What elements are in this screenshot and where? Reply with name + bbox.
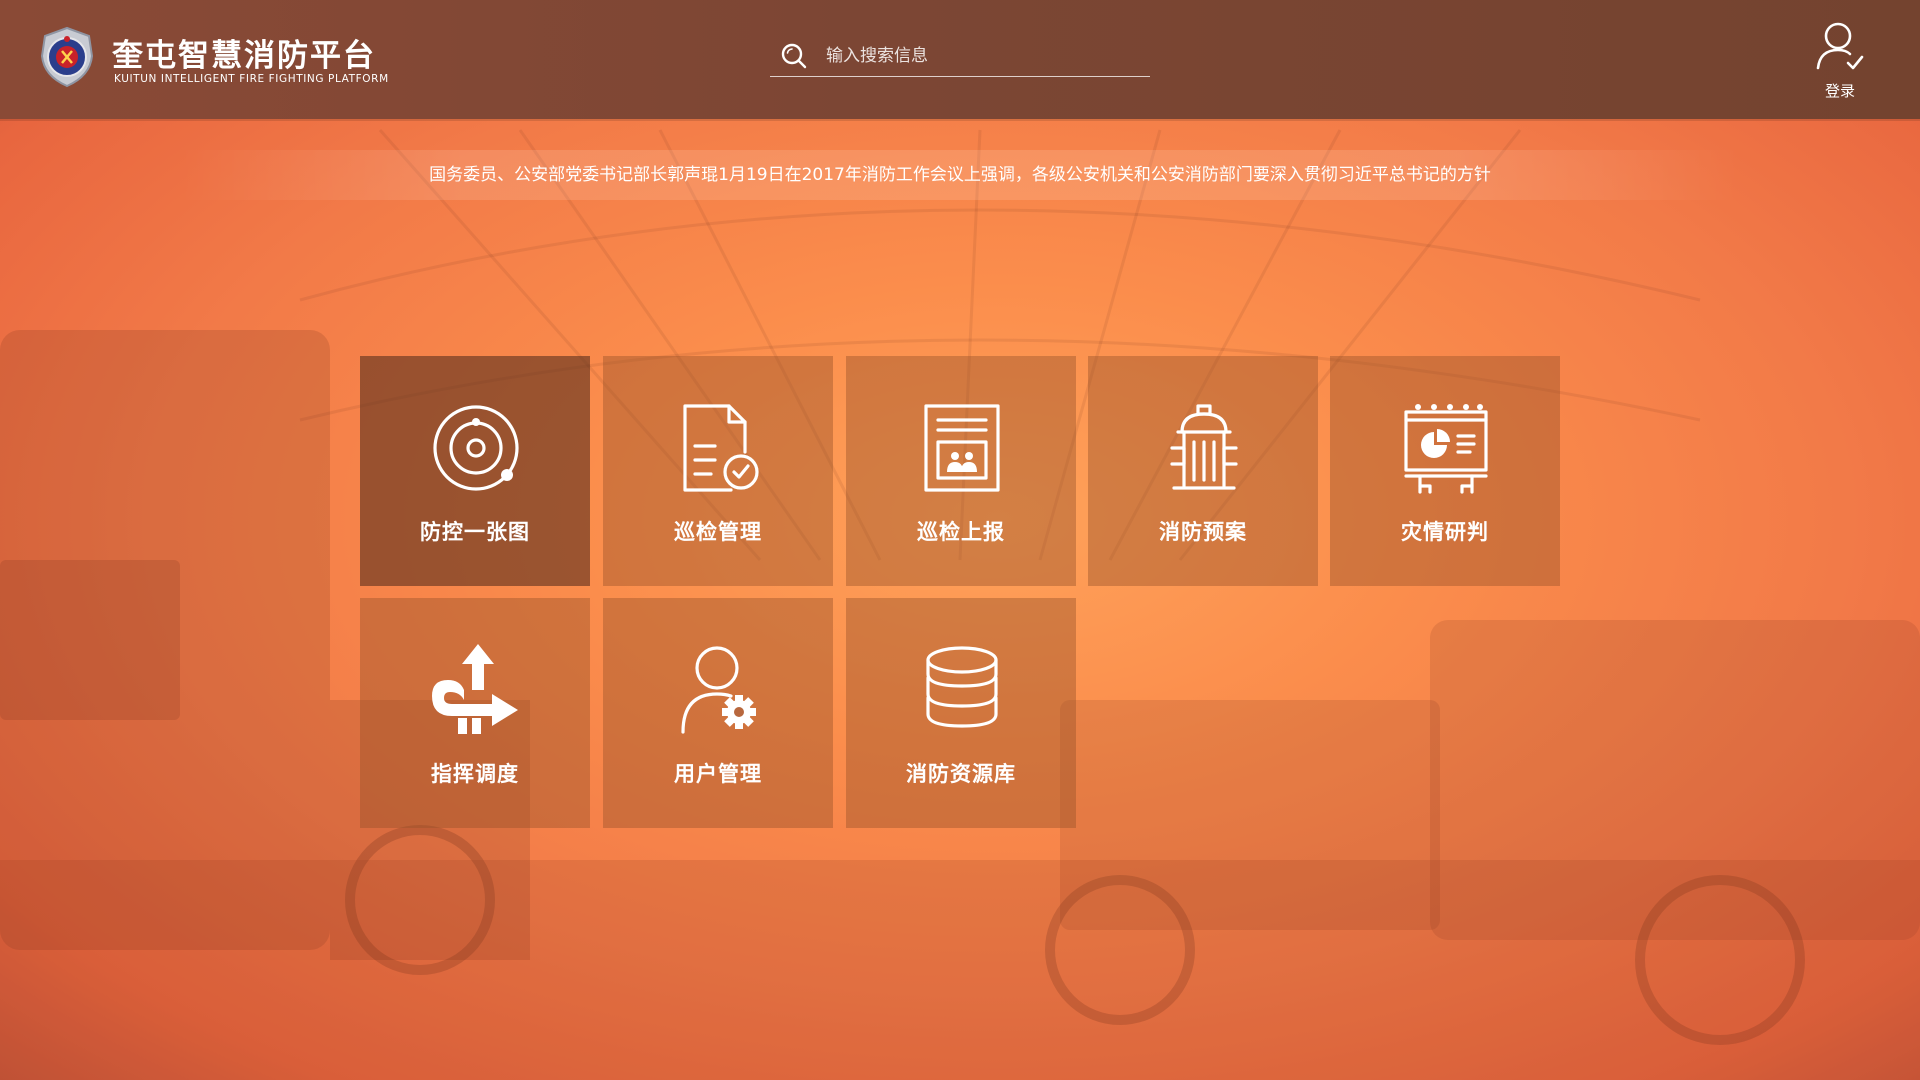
- user-gear-icon: [673, 644, 765, 736]
- tile-prevention-map[interactable]: 防控一张图: [360, 356, 590, 586]
- tile-label: 消防资源库: [906, 762, 1016, 786]
- tile-label: 巡检管理: [674, 520, 762, 544]
- fire-hydrant-icon: [1158, 402, 1250, 494]
- platform-subtitle: KUITUN INTELLIGENT FIRE FIGHTING PLATFOR…: [114, 73, 389, 85]
- document-check-icon: [673, 402, 765, 494]
- radar-icon: [430, 402, 522, 494]
- user-check-icon[interactable]: [1816, 20, 1866, 74]
- search-icon[interactable]: [780, 42, 808, 70]
- notice-banner: 国务委员、公安部党委书记部长郭声琨1月19日在2017年消防工作会议上强调，各级…: [180, 150, 1740, 200]
- report-frame-icon: [916, 402, 1008, 494]
- tile-label: 巡检上报: [917, 520, 1005, 544]
- top-header: 奎屯智慧消防平台 KUITUN INTELLIGENT FIRE FIGHTIN…: [0, 0, 1920, 119]
- tile-command-dispatch[interactable]: 指挥调度: [360, 598, 590, 828]
- notice-text: 国务委员、公安部党委书记部长郭声琨1月19日在2017年消防工作会议上强调，各级…: [429, 165, 1491, 185]
- fire-emblem-logo-icon: [38, 26, 96, 88]
- search-input[interactable]: [824, 40, 1138, 72]
- app-root: 奎屯智慧消防平台 KUITUN INTELLIGENT FIRE FIGHTIN…: [0, 0, 1920, 1080]
- analysis-board-icon: [1400, 402, 1492, 494]
- tile-fire-plan[interactable]: 消防预案: [1088, 356, 1318, 586]
- tile-inspection-report[interactable]: 巡检上报: [846, 356, 1076, 586]
- dispatch-arrows-icon: [430, 644, 522, 736]
- tile-fire-resource-library[interactable]: 消防资源库: [846, 598, 1076, 828]
- tile-label: 防控一张图: [420, 520, 530, 544]
- platform-title: 奎屯智慧消防平台: [112, 38, 376, 74]
- tile-inspection-management[interactable]: 巡检管理: [603, 356, 833, 586]
- tile-user-management[interactable]: 用户管理: [603, 598, 833, 828]
- tile-label: 指挥调度: [431, 762, 519, 786]
- tile-label: 用户管理: [674, 762, 762, 786]
- database-icon: [916, 644, 1008, 736]
- search-bar[interactable]: [770, 36, 1150, 77]
- tile-label: 消防预案: [1159, 520, 1247, 544]
- login-label[interactable]: 登录: [1810, 80, 1870, 101]
- tile-disaster-analysis[interactable]: 灾情研判: [1330, 356, 1560, 586]
- tile-label: 灾情研判: [1401, 520, 1489, 544]
- login-button[interactable]: 登录: [1810, 20, 1870, 104]
